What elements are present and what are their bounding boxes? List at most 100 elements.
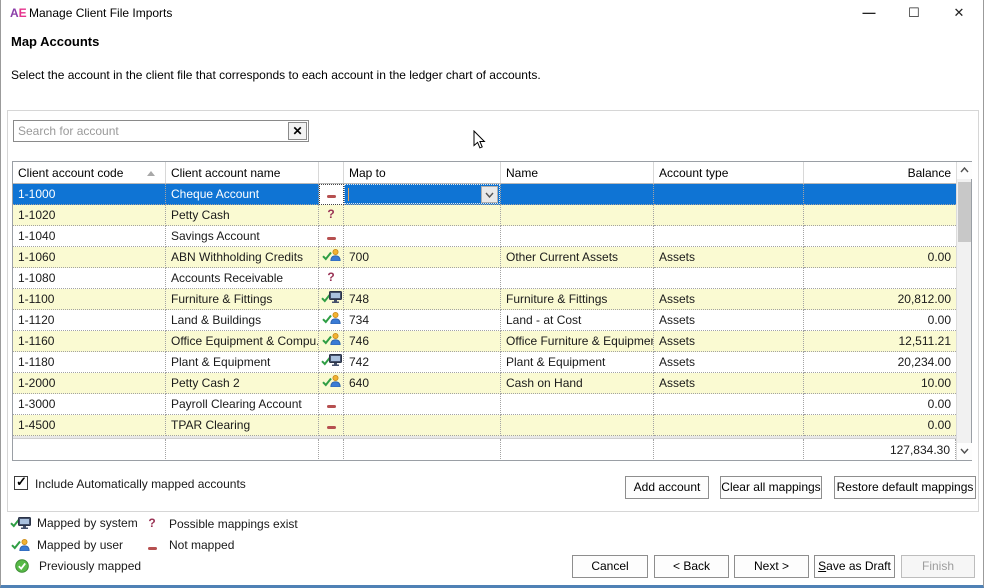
table-row[interactable]: 1-1060 ABN Withholding Credits 700 Other… (13, 247, 956, 268)
map-to-cell[interactable] (344, 184, 501, 205)
table-row[interactable]: 1-1040 Savings Account (13, 226, 956, 247)
map-to-dropdown-button[interactable] (481, 186, 498, 203)
client-account-code-cell[interactable]: 1-1100 (13, 289, 166, 310)
client-account-name-cell[interactable]: Land & Buildings (166, 310, 319, 331)
map-to-cell[interactable]: 746 (344, 331, 501, 352)
maximize-button[interactable]: ☐ (900, 2, 928, 24)
client-account-name-cell[interactable]: Plant & Equipment (166, 352, 319, 373)
save-as-draft-button[interactable]: Save as Draft (814, 555, 895, 578)
client-account-name-cell[interactable]: Petty Cash 2 (166, 373, 319, 394)
client-account-name-cell[interactable]: TPAR Clearing (166, 415, 319, 436)
client-account-code-cell[interactable]: 1-3000 (13, 394, 166, 415)
client-account-name-cell[interactable]: ABN Withholding Credits (166, 247, 319, 268)
client-account-code-cell[interactable]: 1-2000 (13, 373, 166, 394)
mapping-status-icon: ? (319, 268, 344, 289)
client-account-name-cell[interactable]: Office Equipment & Compu.. (166, 331, 319, 352)
account-type-cell (654, 184, 804, 205)
next-button[interactable]: Next > (734, 555, 809, 578)
map-to-cell[interactable]: 748 (344, 289, 501, 310)
balance-cell: 10.00 (804, 373, 956, 394)
client-account-name-cell[interactable]: Payroll Clearing Account (166, 394, 319, 415)
accounts-grid: Client account code Client account name … (12, 161, 972, 461)
map-to-cell[interactable] (344, 415, 501, 436)
close-button[interactable]: ✕ (945, 2, 973, 24)
map-to-cell[interactable] (344, 205, 501, 226)
client-account-name-cell[interactable]: Savings Account (166, 226, 319, 247)
add-account-button[interactable]: Add account (625, 476, 709, 499)
ledger-name-cell (501, 184, 654, 205)
table-row[interactable]: 1-1180 Plant & Equipment 742 Plant & Equ… (13, 352, 956, 373)
balance-cell (804, 268, 956, 289)
finish-button: Finish (901, 555, 975, 578)
client-account-code-cell[interactable]: 1-1080 (13, 268, 166, 289)
manage-client-file-imports-dialog: AE Manage Client File Imports — ☐ ✕ Map … (0, 0, 984, 588)
client-account-name-cell[interactable]: Petty Cash (166, 205, 319, 226)
client-account-name-cell[interactable]: Cheque Account (166, 184, 319, 205)
account-type-cell: Assets (654, 352, 804, 373)
vertical-scrollbar[interactable] (956, 162, 971, 460)
column-header-map-to[interactable]: Map to (344, 162, 501, 183)
search-box: ✕ (13, 120, 309, 142)
map-to-cell[interactable] (344, 394, 501, 415)
scroll-down-icon[interactable] (957, 443, 972, 460)
table-row[interactable]: 1-1000 Cheque Account (13, 184, 956, 205)
client-account-code-cell[interactable]: 1-1180 (13, 352, 166, 373)
table-row[interactable]: 1-1160 Office Equipment & Compu.. 746 Of… (13, 331, 956, 352)
client-account-code-cell[interactable]: 1-1040 (13, 226, 166, 247)
map-to-combobox[interactable] (344, 184, 500, 204)
table-row[interactable]: 1-1100 Furniture & Fittings 748 Furnitur… (13, 289, 956, 310)
cancel-button[interactable]: Cancel (572, 555, 648, 578)
client-account-code-cell[interactable]: 1-1000 (13, 184, 166, 205)
map-to-cell[interactable]: 734 (344, 310, 501, 331)
balance-cell: 12,511.21 (804, 331, 956, 352)
mapped-by-user-icon (9, 539, 31, 551)
ledger-name-cell (501, 205, 654, 226)
search-clear-icon[interactable]: ✕ (288, 122, 307, 140)
table-row[interactable]: 1-4500 TPAR Clearing 0.00 (13, 415, 956, 436)
map-to-cell[interactable]: 742 (344, 352, 501, 373)
table-row[interactable]: 1-1020 Petty Cash ? (13, 205, 956, 226)
table-row[interactable]: 1-3000 Payroll Clearing Account 0.00 (13, 394, 956, 415)
balance-cell: 0.00 (804, 394, 956, 415)
client-account-code-cell[interactable]: 1-4500 (13, 415, 166, 436)
client-account-name-cell[interactable]: Furniture & Fittings (166, 289, 319, 310)
client-account-name-cell[interactable]: Accounts Receivable (166, 268, 319, 289)
mapping-groupbox: ✕ Client account code Client account nam… (7, 110, 979, 512)
map-to-cell[interactable]: 640 (344, 373, 501, 394)
ledger-name-cell: Plant & Equipment (501, 352, 654, 373)
scroll-up-icon[interactable] (957, 162, 972, 179)
search-input[interactable] (14, 121, 286, 141)
client-account-code-cell[interactable]: 1-1060 (13, 247, 166, 268)
column-header-client-account-name[interactable]: Client account name (166, 162, 319, 183)
client-account-code-cell[interactable]: 1-1120 (13, 310, 166, 331)
client-account-code-cell[interactable]: 1-1020 (13, 205, 166, 226)
legend-label-not-mapped: Not mapped (169, 538, 234, 552)
client-account-code-cell[interactable]: 1-1160 (13, 331, 166, 352)
back-button[interactable]: < Back (654, 555, 729, 578)
mapping-status-icon (319, 247, 344, 268)
map-to-cell[interactable]: 700 (344, 247, 501, 268)
column-header-account-type[interactable]: Account type (654, 162, 804, 183)
account-type-cell (654, 205, 804, 226)
mapped-by-system-icon (9, 517, 31, 529)
map-to-cell[interactable] (344, 268, 501, 289)
balance-cell: 20,234.00 (804, 352, 956, 373)
restore-default-mappings-button[interactable]: Restore default mappings (834, 476, 976, 499)
account-type-cell: Assets (654, 331, 804, 352)
map-to-cell[interactable] (344, 226, 501, 247)
table-row[interactable]: 1-1120 Land & Buildings 734 Land - at Co… (13, 310, 956, 331)
column-header-balance[interactable]: Balance (804, 162, 956, 183)
column-header-name[interactable]: Name (501, 162, 654, 183)
table-row[interactable]: 1-2000 Petty Cash 2 640 Cash on Hand Ass… (13, 373, 956, 394)
column-header-client-account-code[interactable]: Client account code (13, 162, 166, 183)
include-auto-mapped-checkbox[interactable]: ✓ (14, 476, 28, 490)
scrollbar-thumb[interactable] (958, 182, 971, 242)
title-bar: AE Manage Client File Imports — ☐ ✕ (1, 0, 983, 26)
minimize-button[interactable]: — (855, 2, 883, 24)
balance-cell (804, 205, 956, 226)
not-mapped-icon (141, 541, 163, 550)
column-header-status[interactable] (319, 162, 344, 183)
clear-all-mappings-button[interactable]: Clear all mappings (720, 476, 822, 499)
table-row[interactable]: 1-1080 Accounts Receivable ? (13, 268, 956, 289)
legend-label-possible-mappings: Possible mappings exist (169, 517, 298, 531)
